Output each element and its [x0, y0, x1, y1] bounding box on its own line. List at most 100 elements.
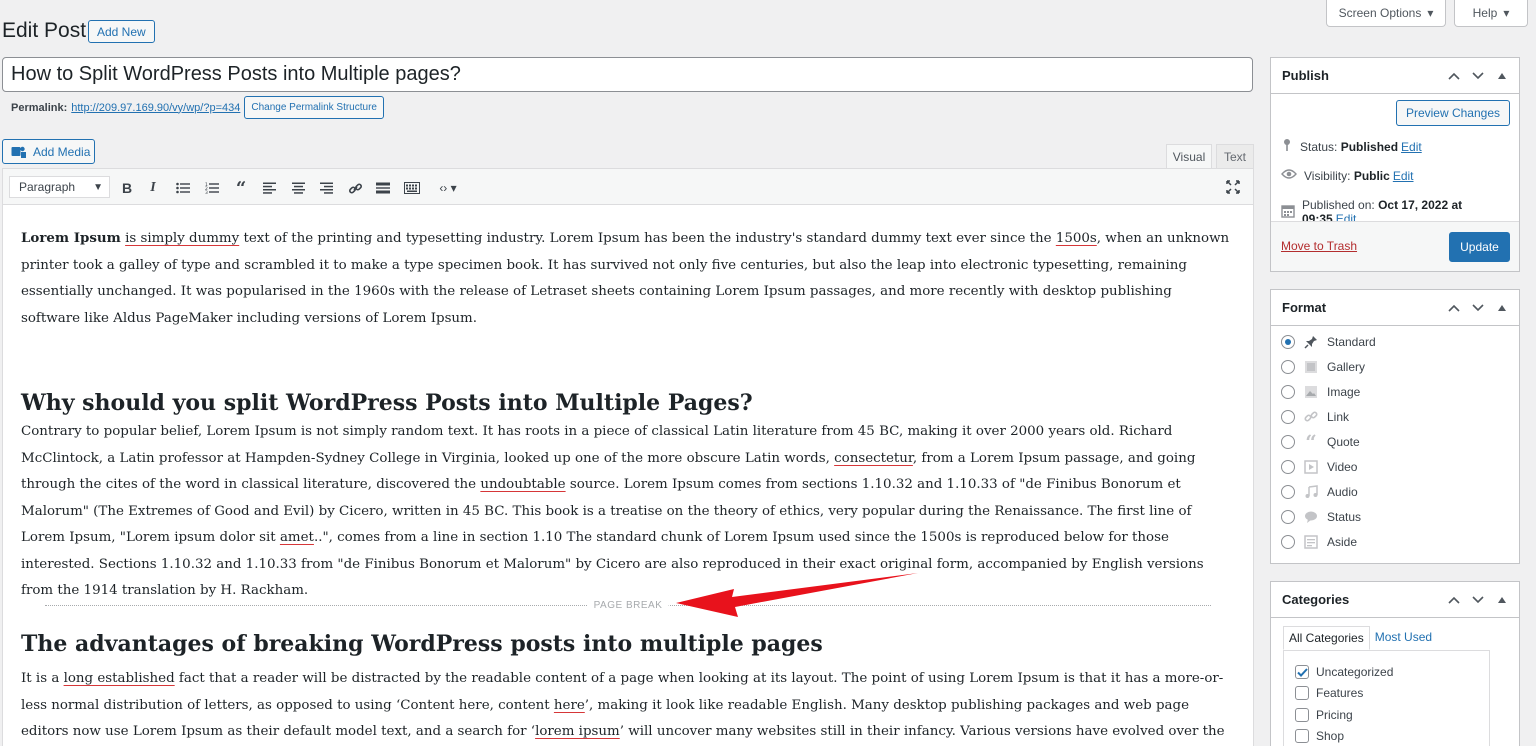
editor-content[interactable]: Lorem Ipsum is simply dummy text of the …	[3, 205, 1253, 746]
radio-gallery[interactable]	[1281, 360, 1295, 374]
chevron-up-icon[interactable]	[1447, 593, 1461, 607]
format-option-gallery[interactable]: Gallery	[1281, 358, 1365, 376]
radio-quote[interactable]	[1281, 435, 1295, 449]
format-select[interactable]: Paragraph ▼	[9, 176, 110, 198]
code-icon[interactable]: ‹› ▾	[431, 177, 465, 199]
format-option-status[interactable]: Status	[1281, 508, 1361, 526]
permalink-link[interactable]: http://209.97.169.90/vy/wp/?p=434	[71, 102, 240, 114]
checkbox[interactable]	[1295, 708, 1309, 722]
checkbox[interactable]	[1295, 686, 1309, 700]
permalink-label: Permalink:	[11, 101, 68, 114]
format-label: Audio	[1327, 485, 1358, 499]
add-media-label: Add Media	[33, 144, 91, 159]
post-title-input[interactable]	[2, 57, 1253, 92]
screen-options-label: Screen Options	[1338, 6, 1422, 20]
calendar-icon	[1281, 204, 1295, 221]
gallery-icon	[1302, 358, 1320, 376]
change-permalink-button[interactable]: Change Permalink Structure	[244, 96, 384, 119]
image-icon	[1302, 383, 1320, 401]
bold-lead: Lorem Ipsum	[21, 230, 121, 246]
tab-visual[interactable]: Visual	[1166, 144, 1212, 169]
spellcheck-word: long established	[63, 671, 175, 686]
collapse-toggle-icon[interactable]	[1495, 69, 1509, 83]
format-label: Quote	[1327, 435, 1360, 449]
checkbox[interactable]	[1295, 729, 1309, 743]
category-item-features[interactable]: Features	[1295, 686, 1363, 700]
format-option-standard[interactable]: Standard	[1281, 333, 1376, 351]
video-icon	[1302, 458, 1320, 476]
read-more-icon[interactable]	[372, 177, 394, 199]
help-button[interactable]: Help ▾	[1454, 0, 1528, 27]
category-item-pricing[interactable]: Pricing	[1295, 708, 1353, 722]
tab-most-used[interactable]: Most Used	[1370, 626, 1437, 650]
collapse-toggle-icon[interactable]	[1495, 301, 1509, 315]
publish-box-title: Publish	[1282, 68, 1329, 83]
format-label: Gallery	[1327, 360, 1366, 374]
format-label: Status	[1327, 510, 1362, 524]
fullscreen-icon[interactable]	[1223, 177, 1243, 197]
category-item-shop[interactable]: Shop	[1295, 729, 1344, 743]
chevron-up-icon[interactable]	[1447, 301, 1461, 315]
audio-icon	[1302, 483, 1320, 501]
numbered-list-icon[interactable]: 123	[201, 177, 223, 199]
eye-icon	[1281, 168, 1297, 183]
preview-changes-button[interactable]: Preview Changes	[1395, 100, 1510, 126]
bullet-list-icon[interactable]	[172, 177, 194, 199]
page-break-label: PAGE BREAK	[587, 599, 669, 613]
italic-icon[interactable]: I	[142, 177, 164, 199]
tab-all-categories[interactable]: All Categories	[1283, 626, 1370, 650]
move-to-trash-link[interactable]: Move to Trash	[1281, 239, 1357, 253]
screen-options-button[interactable]: Screen Options ▾	[1326, 0, 1446, 27]
checkbox-checked[interactable]	[1295, 665, 1309, 679]
editor: Paragraph ▼ B I 123 “ ‹› ▾ Lorem Ipsum i…	[2, 168, 1254, 746]
radio-standard[interactable]	[1281, 335, 1295, 349]
align-right-icon[interactable]	[315, 177, 337, 199]
radio-audio[interactable]	[1281, 485, 1295, 499]
format-label: Aside	[1327, 535, 1358, 549]
aside-icon	[1302, 533, 1320, 551]
collapse-toggle-icon[interactable]	[1495, 593, 1509, 607]
status-label: Status:	[1300, 139, 1338, 154]
format-option-image[interactable]: Image	[1281, 383, 1360, 401]
radio-video[interactable]	[1281, 460, 1295, 474]
add-new-button[interactable]: Add New	[88, 20, 155, 43]
align-center-icon[interactable]	[287, 177, 309, 199]
update-button[interactable]: Update	[1449, 232, 1510, 262]
caret-down-icon: ▾	[1503, 6, 1510, 20]
chevron-down-icon[interactable]	[1471, 301, 1485, 315]
chevron-up-icon[interactable]	[1447, 69, 1461, 83]
toolbar-toggle-icon[interactable]	[401, 177, 423, 199]
spellcheck-word: undoubtable	[480, 477, 566, 492]
radio-status[interactable]	[1281, 510, 1295, 524]
edit-visibility-link[interactable]: Edit	[1393, 169, 1414, 183]
category-label: Uncategorized	[1316, 665, 1394, 679]
bold-icon[interactable]: B	[116, 177, 138, 199]
format-option-link[interactable]: Link	[1281, 408, 1349, 426]
format-option-aside[interactable]: Aside	[1281, 533, 1357, 551]
text-run: text of the printing and typesetting ind…	[239, 231, 1056, 246]
paragraph-1: Lorem Ipsum is simply dummy text of the …	[21, 225, 1235, 332]
link-icon[interactable]	[344, 177, 366, 199]
add-media-button[interactable]: Add Media	[2, 139, 95, 164]
format-option-video[interactable]: Video	[1281, 458, 1357, 476]
page-break[interactable]: PAGE BREAK	[45, 599, 1211, 613]
format-option-audio[interactable]: Audio	[1281, 483, 1358, 501]
format-option-quote[interactable]: “ Quote	[1281, 430, 1360, 454]
blockquote-icon[interactable]: “	[230, 177, 252, 199]
category-label: Features	[1316, 686, 1364, 700]
media-icon	[11, 145, 27, 159]
radio-image[interactable]	[1281, 385, 1295, 399]
edit-status-link[interactable]: Edit	[1401, 140, 1422, 154]
categories-box-title: Categories	[1282, 592, 1350, 607]
category-item-uncategorized[interactable]: Uncategorized	[1295, 665, 1393, 679]
radio-aside[interactable]	[1281, 535, 1295, 549]
align-left-icon[interactable]	[258, 177, 280, 199]
chevron-down-icon[interactable]	[1471, 593, 1485, 607]
tab-text[interactable]: Text	[1216, 144, 1254, 169]
chevron-down-icon[interactable]	[1471, 69, 1485, 83]
spellcheck-word: is simply dummy	[125, 231, 240, 246]
radio-link[interactable]	[1281, 410, 1295, 424]
link-icon	[1302, 408, 1320, 426]
format-box-title: Format	[1282, 300, 1327, 315]
quote-icon: “	[1305, 430, 1317, 454]
